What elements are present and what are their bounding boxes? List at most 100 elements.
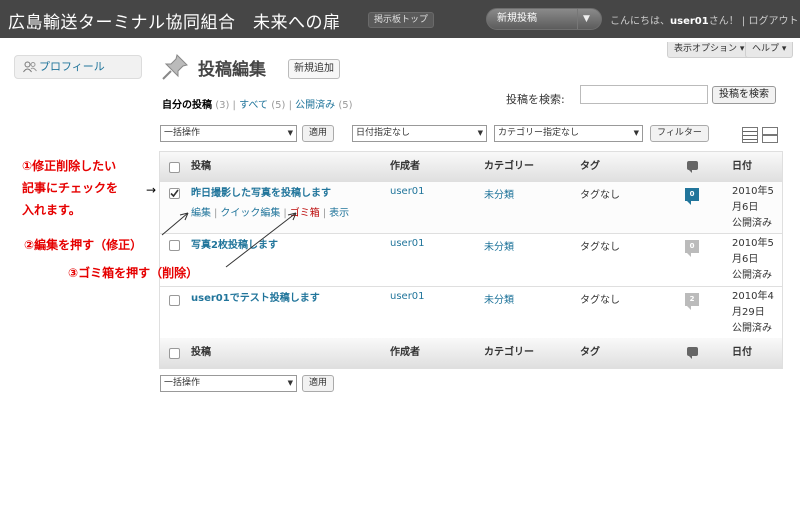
annotation-line: 入れます。 [22,203,81,217]
greeting-prefix: こんにちは、 [610,16,670,27]
visit-site-button[interactable]: 掲示板トップ [368,12,435,28]
date-filter-select[interactable]: 日付指定なし ▼ [352,125,487,142]
sidebar-item-label[interactable]: プロフィール [39,56,105,78]
chevron-down-icon: ▼ [633,129,639,137]
comment-count-icon[interactable]: 0 [685,188,699,205]
post-checkbox[interactable] [169,295,180,306]
screen-options-button[interactable]: 表示オプション ▾ [667,42,752,58]
annotation-step1: ①修正削除したい 記事にチェックを 入れます。 [22,155,118,221]
favorite-divider [577,9,578,29]
date-line: 月29日 [732,307,765,318]
search-input[interactable] [580,85,708,104]
post-category[interactable]: 未分類 [484,238,514,253]
post-category[interactable]: 未分類 [484,291,514,306]
date-line: 月6日 [732,254,759,265]
add-new-button[interactable]: 新規追加 [288,59,340,79]
site-title: 広島輸送ターミナル協同組合 未来への扉 [8,13,341,33]
filter-mine-count: (3) [215,100,230,111]
page-title: 投稿編集 [198,60,266,80]
column-categories: カテゴリー [484,347,534,358]
comment-icon [687,347,698,359]
column-date[interactable]: 日付 [732,338,752,368]
column-categories: カテゴリー [484,161,534,172]
table-footer: 投稿 作成者 カテゴリー タグ 日付 [160,338,782,368]
post-date: 2010年5 月6日 公開済み [732,236,774,284]
filter-separator: | [232,100,236,111]
date-filter-value: 日付指定なし [356,128,411,138]
bulk-action-value: 一括操作 [164,378,201,388]
post-date: 2010年5 月6日 公開済み [732,184,774,232]
comment-icon [687,161,698,173]
column-author: 作成者 [390,347,420,358]
filter-all[interactable]: すべて [239,100,268,111]
annotation-arrow-icon: → [146,183,157,197]
search-posts-button[interactable]: 投稿を検索 [712,86,776,104]
category-filter-value: カテゴリー指定なし [498,128,580,138]
column-date[interactable]: 日付 [732,152,752,182]
date-line: 2010年4 [732,291,774,302]
column-title[interactable]: 投稿 [191,338,211,368]
help-button[interactable]: ヘルプ ▾ [745,42,794,58]
post-author[interactable]: user01 [390,291,425,302]
post-status: 公開済み [732,218,772,229]
apply-button[interactable]: 適用 [302,125,335,142]
arrow-to-edit-icon [161,212,189,236]
annotation-step2: ②編集を押す（修正） [24,238,143,252]
filter-published-count: (5) [338,100,353,111]
column-tags: タグ [580,161,600,172]
chevron-down-icon: ▼ [477,129,483,137]
apply-button-bottom[interactable]: 適用 [302,375,335,392]
date-line: 2010年5 [732,186,774,197]
annotation-arrows [161,212,297,268]
post-author[interactable]: user01 [390,238,425,249]
action-separator: | [322,208,327,219]
comment-count-icon[interactable]: 2 [685,293,699,310]
dropdown-arrow-icon[interactable]: ▼ [583,9,590,29]
category-filter-select[interactable]: カテゴリー指定なし ▼ [494,125,643,142]
logout-link[interactable]: ログアウト [748,16,798,27]
greeting-separator: | [741,16,746,27]
search-label: 投稿を検索: [506,93,565,106]
column-tags: タグ [580,347,600,358]
favorite-action-label[interactable]: 新規投稿 [497,9,537,29]
table-row: user01でテスト投稿します user01 未分類 タグなし 2 2010年4… [160,286,782,338]
bulk-action-select-bottom[interactable]: 一括操作 ▼ [160,375,297,392]
admin-header: 広島輸送ターミナル協同組合 未来への扉 掲示板トップ 新規投稿 ▼ こんにちは、… [0,0,800,38]
date-line: 2010年5 [732,238,774,249]
chevron-down-icon: ▼ [287,379,293,387]
username-link[interactable]: user01 [670,16,709,27]
users-icon [23,61,37,73]
filter-published[interactable]: 公開済み [295,100,335,111]
bulk-action-value: 一括操作 [164,128,201,138]
annotation-line: ①修正削除したい [22,159,117,173]
select-all-checkbox[interactable] [169,348,180,359]
status-filter-links: 自分の投稿 (3) | すべて (5) | 公開済み (5) [162,96,352,111]
post-title-link[interactable]: user01でテスト投稿します [191,289,320,304]
post-checkbox-checked[interactable] [169,188,180,199]
sidebar-item-profile[interactable]: プロフィール [14,55,142,79]
user-greeting: こんにちは、user01さん！ | ログアウト [610,12,798,27]
column-title[interactable]: 投稿 [191,152,211,182]
date-line: 月6日 [732,202,759,213]
greeting-suffix: さん！ [708,16,739,27]
post-status: 公開済み [732,270,772,281]
comment-count-icon[interactable]: 0 [685,240,699,257]
post-category[interactable]: 未分類 [484,186,514,201]
post-tags: タグなし [580,295,620,306]
post-title-link[interactable]: 昨日撮影した写真を投稿します [191,184,331,199]
select-all-checkbox[interactable] [169,162,180,173]
view-link[interactable]: 表示 [329,208,349,219]
list-view-icon[interactable] [742,127,758,143]
filter-separator: | [288,100,292,111]
post-status: 公開済み [732,323,772,334]
filter-button[interactable]: フィルター [650,125,709,142]
excerpt-view-icon[interactable] [762,127,778,143]
column-author: 作成者 [390,161,420,172]
favorite-actions[interactable]: 新規投稿 ▼ [486,8,602,30]
post-date: 2010年4 月29日 公開済み [732,289,774,337]
bulk-action-select[interactable]: 一括操作 ▼ [160,125,297,142]
filter-mine[interactable]: 自分の投稿 [162,100,212,111]
post-tags: タグなし [580,242,620,253]
post-author[interactable]: user01 [390,186,425,197]
pushpin-icon [162,54,188,80]
